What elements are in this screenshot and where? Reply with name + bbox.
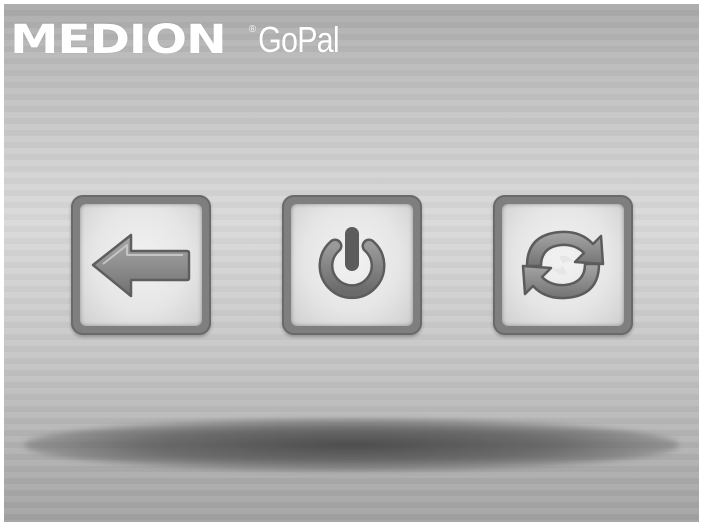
- brand-gopal-wordmark: GoPal: [258, 19, 340, 60]
- sync-button-face[interactable]: [502, 204, 624, 326]
- sync-icon: [521, 230, 605, 300]
- arrow-left-icon: [91, 233, 191, 298]
- brand-logo: MEDION ® GoPal: [10, 18, 353, 62]
- back-button[interactable]: [71, 195, 211, 335]
- power-icon: [318, 227, 386, 300]
- registered-mark: ®: [248, 24, 257, 35]
- power-button-face[interactable]: [291, 204, 413, 326]
- sync-button[interactable]: [493, 195, 633, 335]
- back-button-face[interactable]: [80, 204, 202, 326]
- power-button[interactable]: [282, 195, 422, 335]
- brand-medion-wordmark: MEDION: [10, 17, 227, 63]
- reflection-shadow: [24, 419, 679, 471]
- navigation-screen: MEDION ® GoPal: [4, 4, 699, 522]
